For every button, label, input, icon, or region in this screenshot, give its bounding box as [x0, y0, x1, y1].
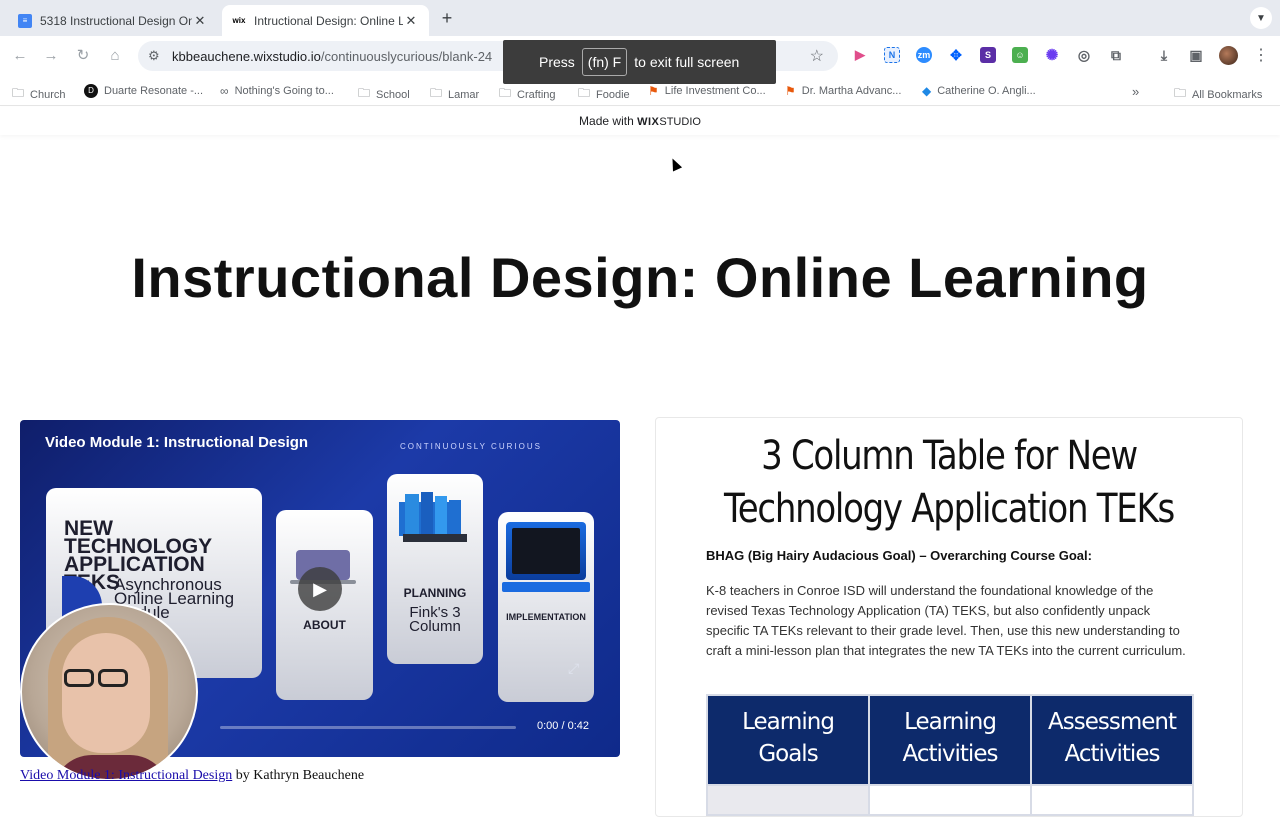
glasses-icon: [64, 669, 134, 689]
card-planning-script: Fink's 3 Column: [409, 604, 461, 635]
link-icon: ∞: [220, 84, 229, 98]
tab-search-icon[interactable]: ▼: [1250, 7, 1272, 29]
new-tab-button[interactable]: +: [437, 8, 457, 29]
extension-green-icon[interactable]: ☺: [1012, 47, 1028, 63]
card-planning-label: PLANNING: [403, 586, 467, 600]
table-header: Learning Goals: [706, 694, 870, 786]
panel-title: 3 Column Table for New Technology Applic…: [724, 433, 1175, 532]
video-caption: Video Module 1: Instructional Design by …: [20, 768, 364, 784]
bookmark-lamar[interactable]: 🗀 Lamar: [430, 84, 479, 105]
video-caption-link[interactable]: Video Module 1: Instructional Design: [20, 768, 232, 783]
goal-text: K-8 teachers in Conroe ISD will understa…: [706, 583, 1186, 658]
card-planning: PLANNING Fink's 3 Column: [387, 474, 483, 664]
table-cell: [868, 784, 1032, 816]
forward-icon[interactable]: →: [41, 46, 61, 66]
folder-icon: 🗀: [430, 86, 443, 100]
tab-docs[interactable]: ≡ 5318 Instructional Design On ✕: [8, 5, 218, 36]
table-row: [706, 784, 1194, 816]
bookmark-church[interactable]: 🗀 Church: [12, 84, 65, 105]
reload-icon[interactable]: ↻: [73, 46, 93, 66]
fullscreen-toast: Press (fn) F to exit full screen: [503, 40, 776, 84]
close-icon[interactable]: ✕: [192, 13, 208, 29]
toast-key: (fn) F: [581, 48, 628, 76]
webcam-face: [62, 633, 150, 753]
card-implementation: IMPLEMENTATION: [498, 512, 594, 702]
url-text: kbbeauchene.wixstudio.io/continuouslycur…: [172, 49, 493, 64]
bookmark-star-icon[interactable]: ☆: [810, 46, 824, 66]
bookmark-icon: ⚑: [785, 84, 796, 98]
home-icon[interactable]: ⌂: [105, 46, 125, 66]
table-cell: [1030, 784, 1194, 816]
profile-avatar[interactable]: [1219, 46, 1238, 65]
tab-title: 5318 Instructional Design On: [40, 13, 192, 28]
table-header: Learning Activities: [868, 694, 1032, 786]
wix-banner[interactable]: Made with WIXSTUDIO: [0, 107, 1280, 135]
toast-prefix: Press: [539, 54, 575, 70]
video-progress-bar[interactable]: [220, 726, 516, 729]
table-header: Assessment Activities: [1030, 694, 1194, 786]
extension-n-icon[interactable]: N: [884, 47, 900, 63]
expand-icon[interactable]: ⤢: [568, 660, 579, 677]
folder-icon: 🗀: [578, 86, 591, 100]
webcam-overlay: [20, 603, 198, 781]
wix-brand: WIX: [637, 116, 660, 128]
zoom-icon[interactable]: zm: [916, 47, 932, 63]
page-title: Instructional Design: Online Learning: [131, 246, 1149, 309]
tab-wix[interactable]: wix Intructional Design: Online Le ✕: [222, 5, 429, 36]
bookmark-crafting[interactable]: 🗀 Crafting: [499, 84, 556, 105]
bookmark-catherine[interactable]: ◆ Catherine O. Angli...: [922, 84, 1036, 98]
duarte-icon: D: [84, 84, 98, 98]
tab-strip: ≡ 5318 Instructional Design On ✕ wix Int…: [0, 0, 1280, 36]
video-caption-author: by Kathryn Beauchene: [232, 768, 365, 783]
folder-icon: 🗀: [499, 86, 512, 100]
close-icon[interactable]: ✕: [403, 13, 419, 29]
video-title: Video Module 1: Instructional Design: [45, 434, 309, 451]
wix-studio-brand: STUDIO: [659, 116, 701, 128]
bookmark-duarte[interactable]: D Duarte Resonate -...: [84, 84, 203, 98]
bookmark-school[interactable]: 🗀 School: [358, 84, 410, 105]
bookmark-dr-martha[interactable]: ⚑ Dr. Martha Advanc...: [785, 84, 901, 98]
tek-panel: 3 Column Table for New Technology Applic…: [655, 417, 1243, 817]
docs-icon: ≡: [18, 13, 32, 28]
more-bookmarks-icon[interactable]: »: [1132, 84, 1139, 99]
three-column-table: Learning Goals Learning Activities Asses…: [706, 694, 1194, 816]
toast-suffix: to exit full screen: [634, 54, 740, 70]
extensions-puzzle-icon[interactable]: ⧉: [1108, 47, 1124, 63]
video-time: 0:00 / 0:42: [537, 720, 589, 732]
extension-arrow-icon[interactable]: ▶: [852, 47, 868, 63]
bhag-label: BHAG (Big Hairy Audacious Goal) – Overar…: [706, 548, 1092, 563]
grammarly-icon[interactable]: ◎: [1076, 47, 1092, 63]
card-implementation-label: IMPLEMENTATION: [506, 612, 586, 622]
laptop-base: [502, 582, 590, 592]
bookmark-foodie[interactable]: 🗀 Foodie: [578, 84, 630, 105]
wix-icon: wix: [232, 16, 246, 25]
dropbox-icon[interactable]: ✥: [948, 47, 964, 63]
site-info-icon[interactable]: ⚙: [148, 48, 160, 64]
laptop-icon: [506, 522, 586, 580]
download-icon[interactable]: ⤓: [1156, 47, 1172, 63]
extension-s-icon[interactable]: S: [980, 47, 996, 63]
bookmark-icon: ⚑: [648, 84, 659, 98]
mouse-cursor-icon: [667, 156, 683, 172]
play-button[interactable]: ▶: [298, 567, 342, 611]
extension-star-icon[interactable]: ✺: [1044, 47, 1060, 64]
folder-icon: 🗀: [1174, 86, 1187, 100]
drop-icon: ◆: [922, 84, 932, 98]
table-cell: [706, 784, 870, 816]
tab-title: Intructional Design: Online Le: [254, 13, 403, 28]
folder-icon: 🗀: [358, 86, 371, 100]
all-bookmarks[interactable]: 🗀 All Bookmarks: [1174, 84, 1262, 105]
video-brand: CONTINUOUSLY CURIOUS: [400, 442, 542, 451]
menu-kebab-icon[interactable]: ⋮: [1253, 45, 1269, 65]
wix-banner-prefix: Made with: [579, 114, 634, 128]
folder-icon: 🗀: [12, 86, 25, 100]
back-icon[interactable]: ←: [10, 46, 30, 66]
bookmark-life-investment[interactable]: ⚑ Life Investment Co...: [648, 84, 766, 98]
card-about-label: ABOUT: [303, 618, 346, 632]
books-icon: [399, 492, 467, 542]
side-panel-icon[interactable]: ▣: [1188, 47, 1204, 63]
bookmark-nothings-going[interactable]: ∞ Nothing's Going to...: [220, 84, 334, 98]
